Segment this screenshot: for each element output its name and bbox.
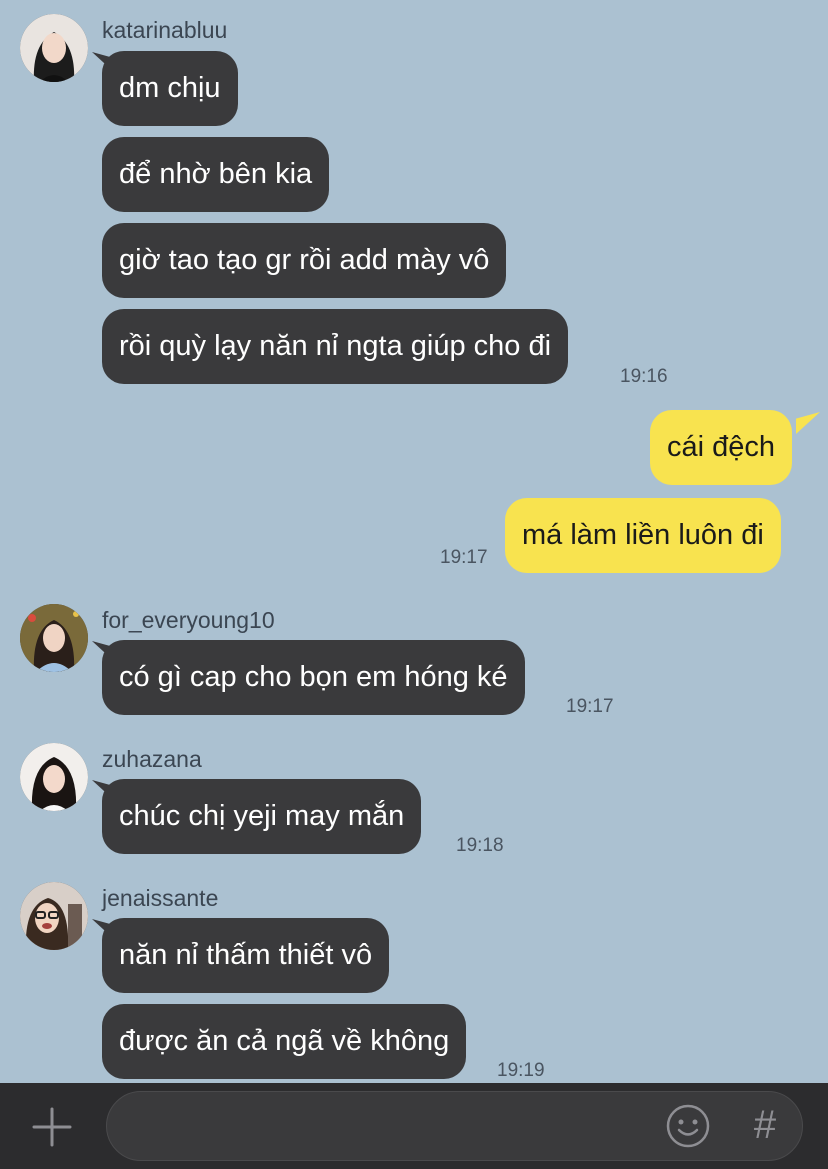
bubble-tail (796, 412, 820, 434)
avatar-katarinabluu[interactable] (20, 14, 88, 82)
message-bubble[interactable]: được ăn cả ngã về không (102, 1004, 467, 1079)
message-bubble[interactable]: năn nỉ thấm thiết vô (102, 918, 390, 993)
sender-name: jenaissante (102, 885, 219, 911)
sender-name: for_everyoung10 (102, 607, 275, 633)
message-input[interactable] (127, 1092, 651, 1162)
message-bubble[interactable]: có gì cap cho bọn em hóng ké (102, 640, 525, 715)
message-bubble[interactable]: để nhờ bên kia (102, 137, 330, 212)
message-bubble[interactable]: chúc chị yeji may mắn (102, 779, 422, 854)
sender-name: katarinabluu (102, 17, 228, 43)
chat-area[interactable]: katarinabluu dm chịu để nhờ bên kia giờ … (0, 0, 828, 1083)
message-bubble[interactable]: rồi quỳ lạy năn nỉ ngta giúp cho đi (102, 309, 569, 384)
plus-icon[interactable] (30, 1105, 74, 1149)
avatar-jenaissante[interactable] (20, 882, 88, 950)
message-time: 19:17 (566, 696, 614, 717)
message-bubble[interactable]: dm chịu (102, 51, 238, 126)
avatar-for-everyoung10[interactable] (20, 604, 88, 672)
message-time: 19:18 (456, 835, 504, 856)
message-time: 19:16 (620, 366, 668, 387)
sender-name: zuhazana (102, 746, 202, 772)
message-bubble[interactable]: cái đệch (650, 410, 793, 485)
message-bubble[interactable]: giờ tao tạo gr rồi add mày vô (102, 223, 507, 298)
message-time: 19:19 (497, 1060, 545, 1081)
hashtag-button[interactable]: # (745, 1100, 785, 1150)
smiley-icon[interactable] (665, 1103, 711, 1149)
message-bubble[interactable]: má làm liền luôn đi (505, 498, 781, 573)
message-time: 19:17 (440, 547, 488, 568)
avatar-zuhazana[interactable] (20, 743, 88, 811)
